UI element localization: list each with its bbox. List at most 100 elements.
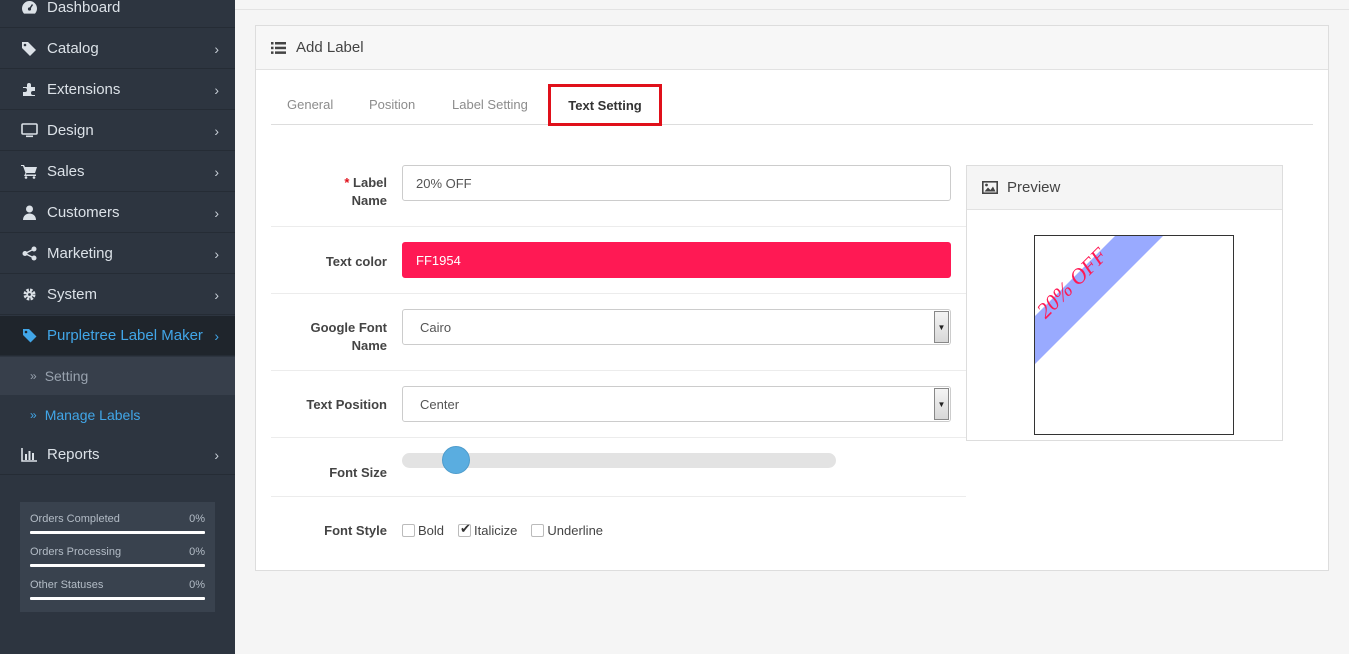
text-position-value: Center	[420, 396, 460, 412]
label-name-label: * Label Name	[344, 175, 387, 208]
google-font-select[interactable]: Cairo ▼	[402, 309, 951, 345]
form-row-google-font: Google Font Name Cairo ▼	[271, 294, 966, 371]
panel-title: Add Label	[296, 39, 364, 56]
font-size-label: Font Size	[329, 465, 387, 480]
dashboard-icon	[19, 0, 39, 15]
stat-value: 0%	[189, 546, 205, 558]
chevron-right-icon: ›	[214, 446, 219, 463]
image-icon	[982, 181, 998, 194]
stat-progress-bar	[30, 597, 205, 600]
font-size-slider-handle[interactable]	[442, 446, 471, 474]
add-label-panel: Add Label General Position Label Setting…	[255, 25, 1329, 571]
list-icon	[271, 41, 286, 54]
form-row-text-position: Text Position Center ▼	[271, 371, 966, 438]
monitor-icon	[19, 123, 39, 138]
bar-chart-icon	[19, 447, 39, 462]
tab-general[interactable]: General	[287, 84, 333, 125]
chevron-right-icon: ›	[214, 40, 219, 57]
double-chevron-right-icon: »	[30, 369, 37, 383]
sidebar-item-label: System	[47, 286, 98, 303]
sidebar-item-label: Extensions	[47, 81, 121, 98]
form-row-label-name: * Label Name 20% OFF	[271, 165, 966, 227]
text-color-label: Text color	[325, 254, 387, 269]
stat-orders-processing: Orders Processing 0%	[30, 545, 205, 578]
sidebar-subitem-label: Manage Labels	[44, 407, 141, 423]
checkbox-box-checked[interactable]	[458, 521, 472, 537]
tab-label-setting[interactable]: Label Setting	[452, 84, 528, 125]
required-marker: *	[344, 175, 350, 190]
sidebar-item-label: Dashboard	[47, 0, 121, 16]
sidebar-item-system[interactable]: System ›	[0, 275, 235, 315]
sidebar-item-sales[interactable]: Sales ›	[0, 152, 235, 192]
gear-icon	[19, 287, 39, 302]
sidebar-item-extensions[interactable]: Extensions ›	[0, 70, 235, 110]
panel-heading: Add Label	[256, 26, 1328, 70]
share-icon	[19, 246, 39, 261]
chevron-right-icon: ›	[214, 245, 219, 262]
chevron-right-icon: ›	[214, 122, 219, 139]
sidebar-item-label: Marketing	[47, 245, 113, 262]
sidebar-item-label: Reports	[47, 446, 100, 463]
stat-value: 0%	[189, 513, 205, 525]
label-name-input[interactable]: 20% OFF	[402, 165, 951, 201]
order-stats: Orders Completed 0% Orders Processing 0%…	[20, 502, 215, 612]
tag-icon	[19, 328, 39, 343]
stat-label: Orders Completed	[30, 513, 120, 525]
stat-progress-bar	[30, 531, 205, 534]
text-position-select[interactable]: Center ▼	[402, 386, 951, 422]
cart-icon	[19, 164, 39, 179]
tab-bar: General Position Label Setting Text Sett…	[271, 84, 1313, 126]
google-font-label: Google Font Name	[310, 320, 387, 353]
sidebar-subitem-label: Setting	[44, 368, 89, 384]
text-color-input[interactable]: FF1954	[402, 242, 951, 278]
stat-value: 0%	[189, 579, 205, 591]
sidebar: Dashboard Catalog › Extensions › Design …	[0, 0, 235, 654]
font-size-slider-track[interactable]	[402, 446, 836, 474]
italicize-checkbox[interactable]: Italicize	[458, 521, 517, 538]
preview-title: Preview	[1007, 179, 1061, 196]
double-chevron-right-icon: »	[30, 408, 37, 422]
stat-orders-completed: Orders Completed 0%	[30, 512, 205, 545]
tab-position[interactable]: Position	[369, 84, 415, 125]
checkbox-box[interactable]	[402, 524, 415, 537]
checkbox-box[interactable]	[531, 524, 545, 537]
chevron-right-icon: ›	[214, 327, 219, 344]
sidebar-item-purpletree-label-maker[interactable]: Purpletree Label Maker ›	[0, 316, 235, 356]
form-row-font-size: Font Size	[271, 438, 966, 497]
sidebar-item-label: Sales	[47, 163, 85, 180]
sidebar-item-label: Purpletree Label Maker	[47, 327, 203, 344]
label-preview-image: 20% OFF	[1034, 235, 1234, 435]
stat-label: Other Statuses	[30, 579, 104, 591]
sidebar-item-label: Catalog	[47, 40, 99, 57]
chevron-right-icon: ›	[214, 204, 219, 221]
stat-other-statuses: Other Statuses 0%	[30, 578, 205, 611]
sidebar-item-design[interactable]: Design ›	[0, 111, 235, 151]
sidebar-item-reports[interactable]: Reports ›	[0, 435, 235, 475]
font-style-label: Font Style	[324, 523, 387, 538]
bold-checkbox[interactable]: Bold	[402, 523, 444, 538]
puzzle-icon	[19, 82, 39, 97]
sidebar-subitem-setting[interactable]: » Setting	[0, 357, 235, 396]
font-style-options: Bold Italicize Underline	[402, 521, 617, 538]
chevron-right-icon: ›	[214, 163, 219, 180]
label-preview-ribbon: 20% OFF	[1035, 236, 1163, 364]
google-font-value: Cairo	[420, 319, 452, 335]
dropdown-arrow-icon: ▼	[934, 388, 949, 420]
stat-label: Orders Processing	[30, 546, 122, 558]
form-row-text-color: Text color FF1954	[271, 227, 966, 294]
sidebar-item-marketing[interactable]: Marketing ›	[0, 234, 235, 274]
sidebar-item-dashboard[interactable]: Dashboard	[0, 0, 235, 28]
preview-heading: Preview	[967, 166, 1282, 210]
sidebar-item-label: Customers	[47, 204, 120, 221]
stat-progress-bar	[30, 564, 205, 567]
sidebar-item-customers[interactable]: Customers ›	[0, 193, 235, 233]
page-header-strip	[235, 0, 1349, 10]
form-row-font-style: Font Style Bold Italicize Underline	[271, 497, 966, 557]
underline-checkbox[interactable]: Underline	[531, 523, 603, 538]
tags-icon	[19, 41, 39, 56]
sidebar-subitem-manage-labels[interactable]: » Manage Labels	[0, 396, 235, 435]
tab-text-setting[interactable]: Text Setting	[548, 84, 662, 126]
sidebar-item-catalog[interactable]: Catalog ›	[0, 29, 235, 69]
dropdown-arrow-icon: ▼	[934, 311, 949, 343]
sidebar-item-label: Design	[47, 122, 94, 139]
